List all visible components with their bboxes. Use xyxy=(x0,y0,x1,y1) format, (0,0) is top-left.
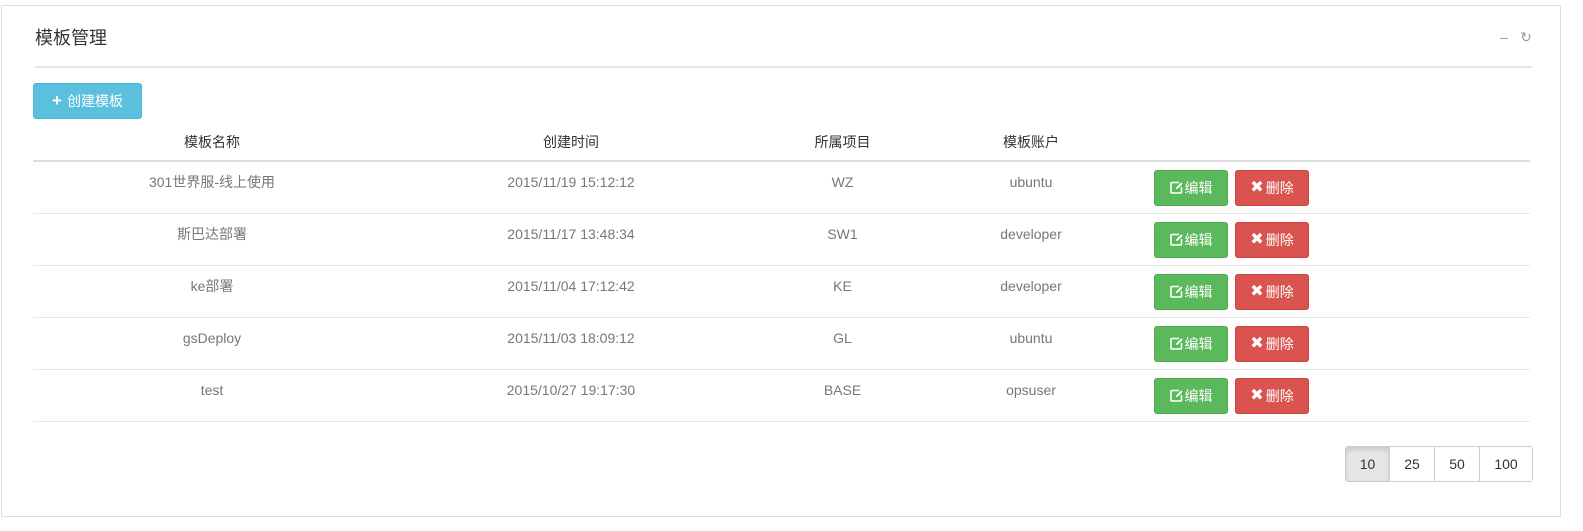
delete-button[interactable]: ✖ 删除 xyxy=(1235,377,1309,414)
delete-button[interactable]: ✖ 删除 xyxy=(1235,273,1309,310)
plus-icon: + xyxy=(52,91,62,110)
edit-icon xyxy=(1169,233,1183,246)
page-size-selector: 10 25 50 100 xyxy=(1345,446,1533,482)
create-template-label: 创建模板 xyxy=(66,93,123,109)
panel-header: 模板管理 – ↻ xyxy=(35,6,1532,68)
edit-label: 编辑 xyxy=(1184,283,1213,300)
create-template-button[interactable]: + 创建模板 xyxy=(33,83,142,119)
cell-template-name: 斯巴达部署 xyxy=(33,213,391,266)
table-row: 斯巴达部署 2015/11/17 13:48:34 SW1 developer 编辑 ✖ 删… xyxy=(33,213,1530,266)
edit-button[interactable]: 编辑 xyxy=(1154,377,1228,414)
edit-button[interactable]: 编辑 xyxy=(1154,221,1228,258)
cell-template-name: gsDeploy xyxy=(33,317,391,370)
cell-account: ubuntu xyxy=(934,317,1128,370)
column-header-project[interactable]: 所属项目 xyxy=(751,124,934,162)
cell-actions: 编辑 ✖ 删除 xyxy=(1128,161,1530,214)
close-icon: ✖ xyxy=(1250,334,1264,352)
edit-button[interactable]: 编辑 xyxy=(1154,273,1228,310)
cell-created-time: 2015/11/19 15:12:12 xyxy=(391,161,751,214)
delete-button[interactable]: ✖ 删除 xyxy=(1235,169,1309,206)
cell-actions: 编辑 ✖ 删除 xyxy=(1128,317,1530,370)
cell-project: KE xyxy=(751,265,934,318)
delete-button[interactable]: ✖ 删除 xyxy=(1235,221,1309,258)
table-row: ke部署 2015/11/04 17:12:42 KE developer 编辑 ✖ 删除 xyxy=(33,265,1530,318)
cell-template-name: test xyxy=(33,369,391,422)
cell-created-time: 2015/11/04 17:12:42 xyxy=(391,265,751,318)
edit-icon xyxy=(1169,285,1183,298)
template-table: 模板名称 创建时间 所属项目 模板账户 301世界服-线上使用 2015/11/1… xyxy=(33,124,1530,422)
table-header-row: 模板名称 创建时间 所属项目 模板账户 xyxy=(33,124,1530,162)
cell-project: GL xyxy=(751,317,934,370)
cell-account: developer xyxy=(934,213,1128,266)
close-icon: ✖ xyxy=(1250,230,1264,248)
edit-label: 编辑 xyxy=(1184,335,1213,352)
cell-actions: 编辑 ✖ 删除 xyxy=(1128,369,1530,422)
page-size-option[interactable]: 10 xyxy=(1346,447,1389,481)
page-size-option[interactable]: 100 xyxy=(1479,447,1532,481)
panel-title: 模板管理 xyxy=(35,28,107,48)
edit-button[interactable]: 编辑 xyxy=(1154,169,1228,206)
cell-template-name: ke部署 xyxy=(33,265,391,318)
cell-created-time: 2015/11/03 18:09:12 xyxy=(391,317,751,370)
delete-label: 删除 xyxy=(1265,179,1294,196)
table-row: test 2015/10/27 19:17:30 BASE opsuser 编辑 ✖ 删除 xyxy=(33,369,1530,422)
cell-created-time: 2015/11/17 13:48:34 xyxy=(391,213,751,266)
cell-template-name: 301世界服-线上使用 xyxy=(33,161,391,214)
cell-account: ubuntu xyxy=(934,161,1128,214)
column-header-name[interactable]: 模板名称 xyxy=(33,124,391,162)
cell-project: WZ xyxy=(751,161,934,214)
close-icon: ✖ xyxy=(1250,178,1264,196)
cell-project: SW1 xyxy=(751,213,934,266)
table-row: gsDeploy 2015/11/03 18:09:12 GL ubuntu 编辑 ✖ 删除 xyxy=(33,317,1530,370)
cell-actions: 编辑 ✖ 删除 xyxy=(1128,265,1530,318)
close-icon: ✖ xyxy=(1250,386,1264,404)
edit-icon xyxy=(1169,337,1183,350)
cell-actions: 编辑 ✖ 删除 xyxy=(1128,213,1530,266)
table-row: 301世界服-线上使用 2015/11/19 15:12:12 WZ ubuntu 编辑… xyxy=(33,161,1530,214)
delete-label: 删除 xyxy=(1265,335,1294,352)
minimize-icon[interactable]: – xyxy=(1498,30,1510,44)
delete-button[interactable]: ✖ 删除 xyxy=(1235,325,1309,362)
column-header-created[interactable]: 创建时间 xyxy=(391,124,751,162)
cell-account: opsuser xyxy=(934,369,1128,422)
cell-created-time: 2015/10/27 19:17:30 xyxy=(391,369,751,422)
delete-label: 删除 xyxy=(1265,231,1294,248)
cell-account: developer xyxy=(934,265,1128,318)
refresh-icon[interactable]: ↻ xyxy=(1520,30,1532,44)
panel-tools: – ↻ xyxy=(1498,28,1532,46)
edit-label: 编辑 xyxy=(1184,231,1213,248)
close-icon: ✖ xyxy=(1250,282,1264,300)
edit-icon xyxy=(1169,389,1183,402)
edit-icon xyxy=(1169,181,1183,194)
column-header-actions xyxy=(1128,124,1530,162)
page-size-option[interactable]: 50 xyxy=(1434,447,1479,481)
page-size-option[interactable]: 25 xyxy=(1389,447,1434,481)
delete-label: 删除 xyxy=(1265,387,1294,404)
cell-project: BASE xyxy=(751,369,934,422)
edit-label: 编辑 xyxy=(1184,179,1213,196)
edit-button[interactable]: 编辑 xyxy=(1154,325,1228,362)
edit-label: 编辑 xyxy=(1184,387,1213,404)
column-header-account[interactable]: 模板账户 xyxy=(934,124,1128,162)
delete-label: 删除 xyxy=(1265,283,1294,300)
